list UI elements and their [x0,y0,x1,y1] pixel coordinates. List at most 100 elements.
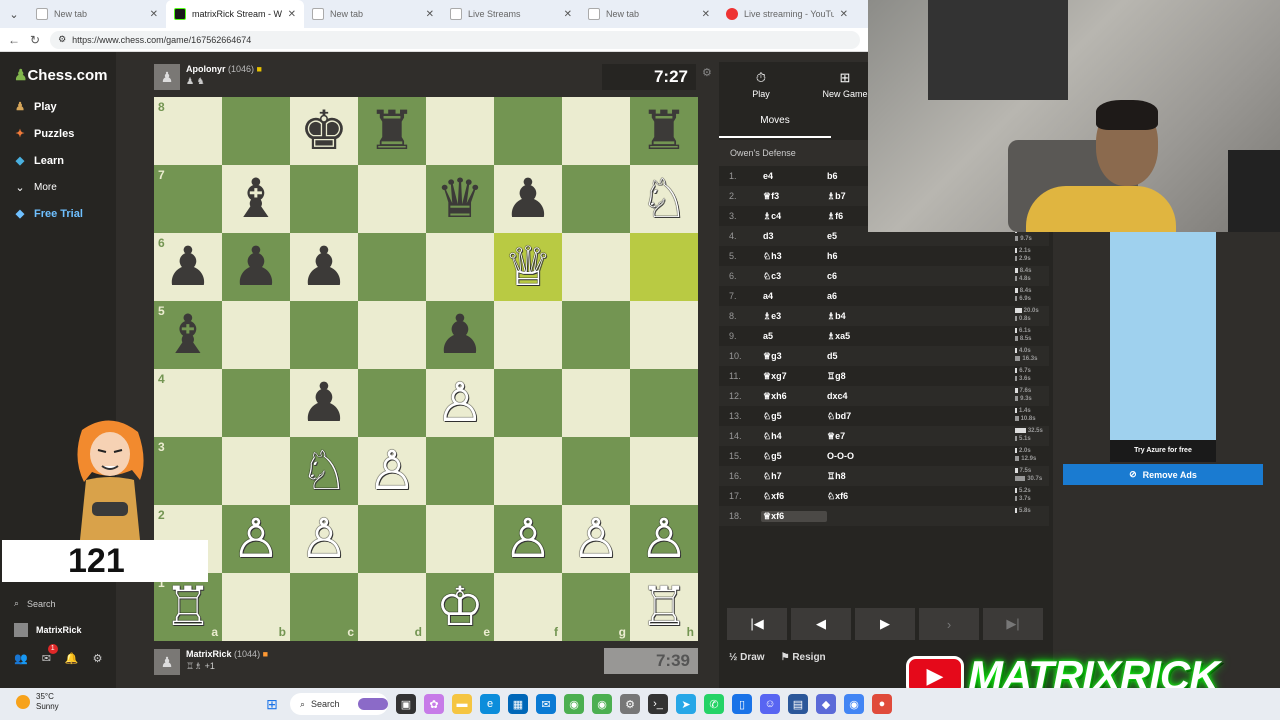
settings-app-icon[interactable]: ⚙ [620,694,640,714]
chess-piece[interactable]: ♚ [290,97,358,165]
sidebar-item-play[interactable]: ♟ Play [14,100,57,114]
chess-piece[interactable]: ♟ [154,233,222,301]
square-a6[interactable]: 6 ♟ [154,233,222,301]
chess-piece[interactable]: ♘ [630,165,698,233]
square-e4[interactable]: ♙ [426,369,494,437]
square-f2[interactable]: ♙ [494,505,562,573]
square-e5[interactable]: ♟ [426,301,494,369]
square-b1[interactable]: b [222,573,290,641]
taskbar-search[interactable]: ⌕ Search [290,693,388,715]
opponent-name[interactable]: Apolonyr (1046) ■ [186,64,262,74]
square-h2[interactable]: ♙ [630,505,698,573]
chess-piece[interactable]: ♟ [290,369,358,437]
site-info-icon[interactable]: ⚙ [58,34,66,45]
close-icon[interactable]: ✕ [702,9,710,20]
black-move[interactable]: d5 [827,351,947,361]
chess-piece[interactable]: ♟ [426,301,494,369]
square-b4[interactable] [222,369,290,437]
chess-piece[interactable]: ♙ [358,437,426,505]
square-a4[interactable]: 4 [154,369,222,437]
square-h5[interactable] [630,301,698,369]
white-move[interactable]: ♘h3 [761,251,827,262]
black-move[interactable]: ♗b4 [827,311,947,322]
browser-tab[interactable]: Live Streams ✕ [442,0,580,28]
white-move[interactable]: ♘h4 [761,431,827,442]
play-moves-button[interactable]: ▶ [855,608,915,640]
square-c3[interactable]: ♘ [290,437,358,505]
square-c5[interactable] [290,301,358,369]
square-f6[interactable]: ♕ [494,233,562,301]
black-move[interactable]: ♕e7 [827,431,947,442]
draw-button[interactable]: ½ Draw [729,652,765,663]
player-avatar[interactable]: ♟ [154,649,180,675]
discord-icon[interactable]: ☺ [760,694,780,714]
chrome-icon[interactable]: ◉ [564,694,584,714]
square-g6[interactable] [562,233,630,301]
white-move[interactable]: e4 [761,171,827,181]
chess-piece[interactable]: ♕ [494,233,562,301]
square-a8[interactable]: 8 [154,97,222,165]
white-move[interactable]: ♘c3 [761,271,827,282]
square-b6[interactable]: ♟ [222,233,290,301]
square-e3[interactable] [426,437,494,505]
browser-tab[interactable]: New tab ✕ [28,0,166,28]
close-icon[interactable]: ✕ [564,9,572,20]
square-d1[interactable]: d [358,573,426,641]
chess-piece[interactable]: ♜ [358,97,426,165]
square-e6[interactable] [426,233,494,301]
square-f1[interactable]: f [494,573,562,641]
black-move[interactable]: a6 [827,291,947,301]
white-move[interactable]: ♘g5 [761,411,827,422]
square-b8[interactable] [222,97,290,165]
square-c8[interactable]: ♚ [290,97,358,165]
white-move[interactable]: a5 [761,331,827,341]
chess-piece[interactable]: ♜ [630,97,698,165]
weather-widget[interactable]: 35°C Sunny [16,692,59,712]
settings-icon[interactable]: ⚙ [93,652,103,665]
white-move[interactable]: d3 [761,231,827,241]
browser-tab[interactable]: Live streaming - YouTube St ✕ [718,0,856,28]
square-f3[interactable] [494,437,562,505]
telegram-icon[interactable]: ➤ [676,694,696,714]
chess-piece[interactable]: ♙ [290,505,358,573]
chess-piece[interactable]: ♛ [426,165,494,233]
white-move[interactable]: ♗c4 [761,211,827,222]
next-move-button[interactable]: › [919,608,979,640]
square-b2[interactable]: ♙ [222,505,290,573]
azure-ad-label[interactable]: Try Azure for free [1110,440,1216,462]
tab-play[interactable]: ⏱ Play [719,70,803,99]
messages-icon[interactable]: ✉ 1 [42,644,58,665]
square-d3[interactable]: ♙ [358,437,426,505]
square-g8[interactable] [562,97,630,165]
sidebar-search[interactable]: ⌕ Search [14,598,56,609]
square-d5[interactable] [358,301,426,369]
square-g5[interactable] [562,301,630,369]
square-d6[interactable] [358,233,426,301]
white-move[interactable]: ♘xf6 [761,491,827,502]
tab-moves[interactable]: Moves [719,104,831,138]
chess-logo[interactable]: ♟Chess.com [14,66,108,84]
square-h1[interactable]: h ♖ [630,573,698,641]
store-icon[interactable]: ▦ [508,694,528,714]
square-h6[interactable] [630,233,698,301]
chess-piece[interactable]: ♖ [154,573,222,641]
chrome-app-icon[interactable]: ◉ [844,694,864,714]
square-b5[interactable] [222,301,290,369]
black-move[interactable]: ♖g8 [827,371,947,382]
square-e7[interactable]: ♛ [426,165,494,233]
square-c1[interactable]: c [290,573,358,641]
bell-icon[interactable]: 🔔 [65,652,79,665]
square-e1[interactable]: e ♔ [426,573,494,641]
close-icon[interactable]: ✕ [150,9,158,20]
square-b3[interactable] [222,437,290,505]
square-g2[interactable]: ♙ [562,505,630,573]
chess-piece[interactable]: ♙ [562,505,630,573]
sidebar-item-more[interactable]: ⌄ More [14,181,56,194]
square-g1[interactable]: g [562,573,630,641]
square-a5[interactable]: 5 ♝ [154,301,222,369]
prev-move-button[interactable]: ◀ [791,608,851,640]
resign-button[interactable]: ⚑ Resign [781,652,826,663]
sidebar-item-puzzles[interactable]: ✦ Puzzles [14,127,74,141]
friends-icon[interactable]: 👥 [14,652,28,665]
browser-tab[interactable]: New tab ✕ [580,0,718,28]
